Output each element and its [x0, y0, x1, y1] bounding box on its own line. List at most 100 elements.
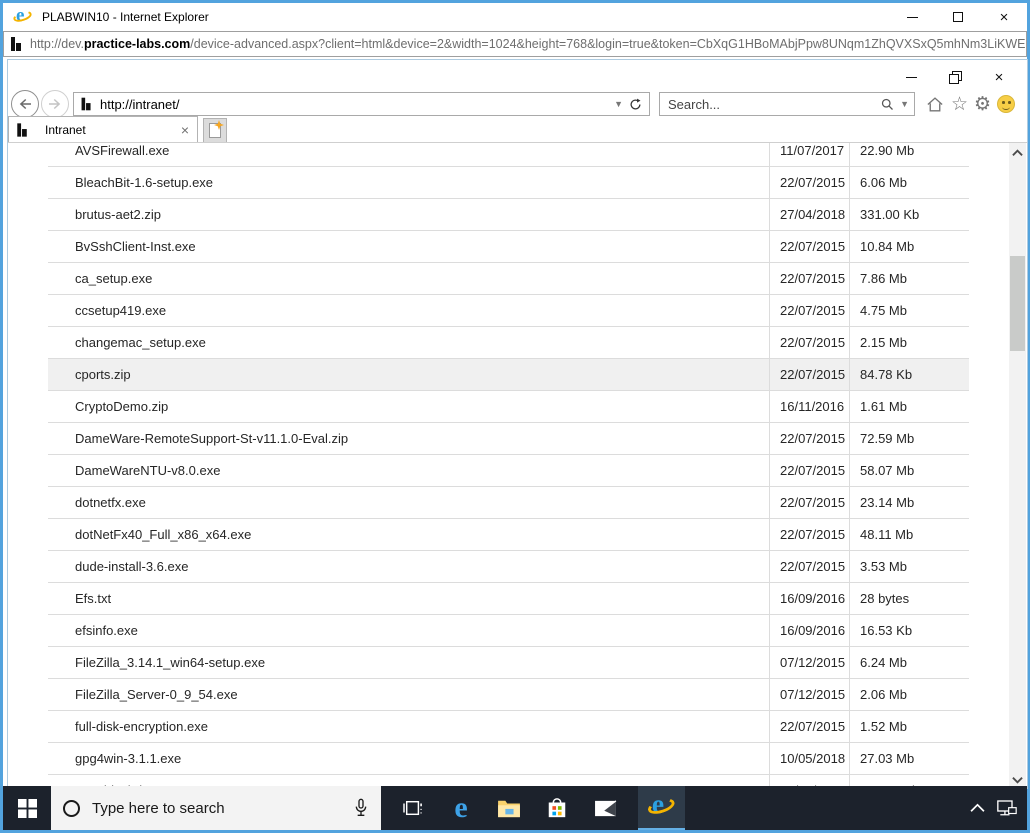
tab-intranet[interactable]: Intranet × — [8, 116, 198, 142]
table-row[interactable]: DameWare-RemoteSupport-St-v11.1.0-Eval.z… — [48, 423, 969, 455]
file-name-link[interactable]: BvSshClient-Inst.exe — [48, 231, 769, 262]
store-button[interactable] — [533, 786, 581, 830]
search-icon[interactable] — [880, 97, 895, 112]
file-size: 2.06 Mb — [849, 679, 969, 710]
file-name-link[interactable]: efsinfo.exe — [48, 615, 769, 646]
file-name-link[interactable]: BleachBit-1.6-setup.exe — [48, 167, 769, 198]
file-name-link[interactable]: FileZilla_3.14.1_win64-setup.exe — [48, 647, 769, 678]
forward-button[interactable] — [41, 90, 69, 118]
search-dropdown-icon[interactable]: ▼ — [900, 99, 909, 109]
task-view-button[interactable] — [389, 786, 437, 830]
file-date: 22/07/2015 — [769, 519, 849, 550]
table-row[interactable]: DameWareNTU-v8.0.exe 22/07/2015 58.07 Mb — [48, 455, 969, 487]
table-row[interactable]: cports.zip 22/07/2015 84.78 Kb — [48, 359, 969, 391]
outer-url: http://dev.practice-labs.com/device-adva… — [30, 37, 1026, 51]
file-date: 22/07/2015 — [769, 263, 849, 294]
file-date: 22/07/2015 — [769, 327, 849, 358]
address-field[interactable]: http://intranet/ ▼ — [73, 92, 650, 116]
table-row[interactable]: dotnetfx.exe 22/07/2015 23.14 Mb — [48, 487, 969, 519]
file-date: 22/07/2015 — [769, 295, 849, 326]
file-name-link[interactable]: DameWare-RemoteSupport-St-v11.1.0-Eval.z… — [48, 423, 769, 454]
table-row[interactable]: full-disk-encryption.exe 22/07/2015 1.52 M… — [48, 711, 969, 743]
task-view-icon — [403, 800, 422, 816]
tab-label: Intranet — [45, 122, 86, 137]
table-row[interactable]: AVSFirewall.exe 11/07/2017 22.90 Mb — [48, 143, 969, 167]
vertical-scrollbar[interactable] — [1009, 143, 1026, 789]
file-date: 11/07/2017 — [769, 143, 849, 166]
file-size: 84.78 Kb — [849, 359, 969, 390]
table-row[interactable]: changemac_setup.exe 22/07/2015 2.15 Mb — [48, 327, 969, 359]
new-tab-button[interactable] — [203, 118, 227, 142]
file-name-link[interactable]: dude-install-3.6.exe — [48, 551, 769, 582]
table-row[interactable]: gpg4win-3.1.1.exe 10/05/2018 27.03 Mb — [48, 743, 969, 775]
file-name-link[interactable]: Efs.txt — [48, 583, 769, 614]
edge-taskbar-button[interactable]: e — [437, 786, 485, 830]
file-name-link[interactable]: dotNetFx40_Full_x86_x64.exe — [48, 519, 769, 550]
file-name-link[interactable]: AVSFirewall.exe — [48, 143, 769, 166]
ie-logo-icon: e — [12, 5, 33, 27]
feedback-smiley-icon[interactable] — [997, 95, 1016, 113]
forward-arrow-icon — [49, 98, 61, 110]
network-tray-icon[interactable] — [997, 799, 1017, 817]
file-name-link[interactable]: CryptoDemo.zip — [48, 391, 769, 422]
file-name-link[interactable]: DameWareNTU-v8.0.exe — [48, 455, 769, 486]
address-dropdown-icon[interactable]: ▼ — [614, 99, 623, 109]
table-row[interactable]: brutus-aet2.zip 27/04/2018 331.00 Kb — [48, 199, 969, 231]
file-size: 1.61 Mb — [849, 391, 969, 422]
file-size: 7.86 Mb — [849, 263, 969, 294]
scrollbar-thumb[interactable] — [1010, 256, 1025, 351]
refresh-icon[interactable] — [628, 97, 643, 112]
microphone-icon[interactable] — [353, 798, 369, 818]
file-date: 22/07/2015 — [769, 167, 849, 198]
file-name-link[interactable]: ccsetup419.exe — [48, 295, 769, 326]
minimize-button[interactable] — [889, 3, 935, 31]
file-name-link[interactable]: full-disk-encryption.exe — [48, 711, 769, 742]
table-row[interactable]: ccsetup419.exe 22/07/2015 4.75 Mb — [48, 295, 969, 327]
file-name-link[interactable]: cports.zip — [48, 359, 769, 390]
file-date: 22/07/2015 — [769, 455, 849, 486]
taskbar-search-box[interactable]: Type here to search — [51, 786, 381, 830]
table-row[interactable]: Efs.txt 16/09/2016 28 bytes — [48, 583, 969, 615]
minimize-icon — [906, 16, 918, 18]
tray-chevron-up-icon[interactable] — [970, 803, 985, 813]
file-name-link[interactable]: ca_setup.exe — [48, 263, 769, 294]
internet-explorer-taskbar-button[interactable]: e — [638, 786, 685, 830]
table-row[interactable]: BleachBit-1.6-setup.exe 22/07/2015 6.06 Mb — [48, 167, 969, 199]
close-icon: × — [994, 68, 1004, 86]
inner-minimize-button[interactable] — [889, 64, 933, 90]
table-row[interactable]: dotNetFx40_Full_x86_x64.exe 22/07/2015 48.… — [48, 519, 969, 551]
restore-icon — [949, 71, 962, 84]
file-explorer-icon — [498, 800, 520, 818]
inner-close-button[interactable]: × — [977, 64, 1021, 90]
file-explorer-button[interactable] — [485, 786, 533, 830]
inner-restore-button[interactable] — [933, 64, 977, 90]
table-row[interactable]: efsinfo.exe 16/09/2016 16.53 Kb — [48, 615, 969, 647]
file-name-link[interactable]: dotnetfx.exe — [48, 487, 769, 518]
table-row[interactable]: dude-install-3.6.exe 22/07/2015 3.53 Mb — [48, 551, 969, 583]
file-name-link[interactable]: changemac_setup.exe — [48, 327, 769, 358]
table-row[interactable]: CryptoDemo.zip 16/11/2016 1.61 Mb — [48, 391, 969, 423]
chevron-down-icon — [1012, 776, 1023, 784]
maximize-button[interactable] — [935, 3, 981, 31]
file-date: 16/09/2016 — [769, 583, 849, 614]
file-size: 22.90 Mb — [849, 143, 969, 166]
home-icon[interactable] — [925, 95, 945, 114]
table-row[interactable]: FileZilla_3.14.1_win64-setup.exe 07/12/20… — [48, 647, 969, 679]
outer-address-bar[interactable]: http://dev.practice-labs.com/device-adva… — [3, 31, 1027, 57]
search-field[interactable]: Search... ▼ — [659, 92, 915, 116]
table-row[interactable]: FileZilla_Server-0_9_54.exe 07/12/2015 2.0… — [48, 679, 969, 711]
close-button[interactable]: × — [981, 3, 1027, 31]
table-row[interactable]: ca_setup.exe 22/07/2015 7.86 Mb — [48, 263, 969, 295]
file-name-link[interactable]: FileZilla_Server-0_9_54.exe — [48, 679, 769, 710]
table-row[interactable]: BvSshClient-Inst.exe 22/07/2015 10.84 Mb — [48, 231, 969, 263]
back-button[interactable] — [11, 90, 39, 118]
file-name-link[interactable]: brutus-aet2.zip — [48, 199, 769, 230]
tab-close-icon[interactable]: × — [181, 123, 189, 137]
favorites-star-icon[interactable]: ☆ — [951, 94, 968, 114]
scroll-up-button[interactable] — [1009, 144, 1026, 161]
file-name-link[interactable]: gpg4win-3.1.1.exe — [48, 743, 769, 774]
windows-logo-icon — [17, 798, 37, 818]
start-button[interactable] — [3, 786, 51, 830]
mail-button[interactable] — [581, 786, 629, 830]
settings-gear-icon[interactable]: ⚙ — [974, 94, 991, 114]
